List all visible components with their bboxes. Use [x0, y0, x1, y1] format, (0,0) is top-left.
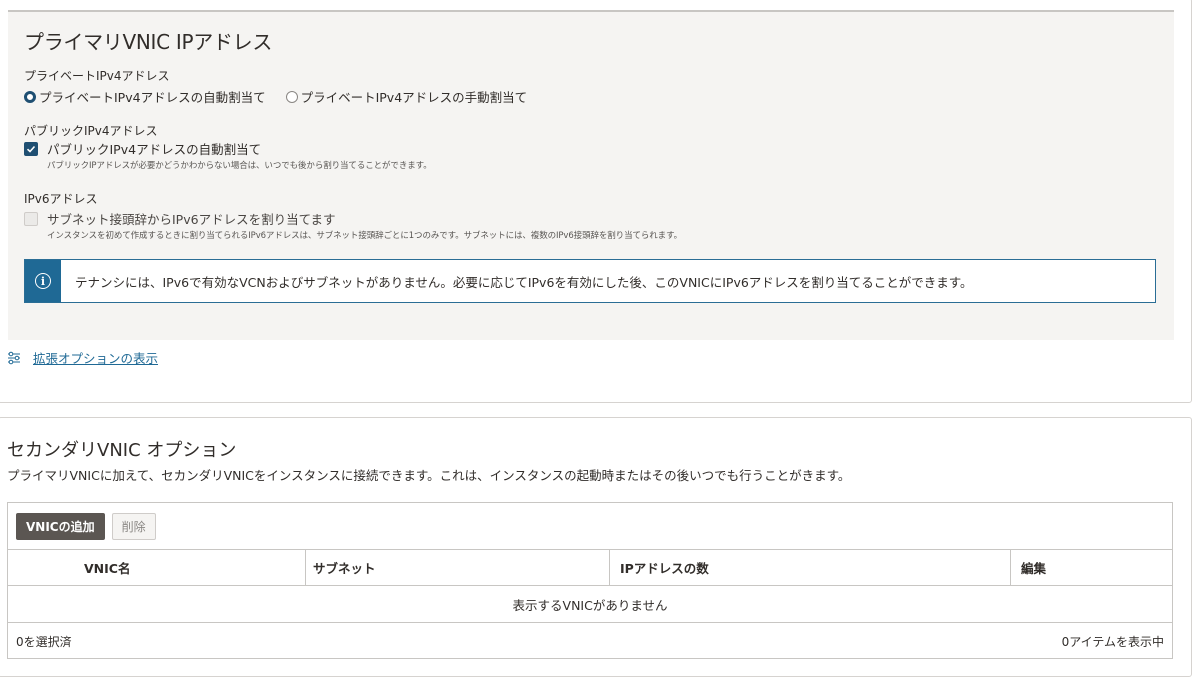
- radio-auto-assign-label[interactable]: プライベートIPv4アドレスの自動割当て: [39, 87, 266, 106]
- ipv6-checkbox-label[interactable]: サブネット接頭辞からIPv6アドレスを割り当てます: [47, 209, 335, 228]
- public-ipv4-label: パブリックIPv4アドレス: [24, 124, 158, 138]
- advanced-options-link[interactable]: 拡張オプションの表示: [33, 348, 158, 367]
- radio-auto-assign[interactable]: [24, 90, 36, 103]
- public-ipv4-checkbox-row: パブリックIPv4アドレスの自動割当て: [24, 139, 261, 158]
- table-header: VNIC名 サブネット IPアドレスの数 編集: [8, 549, 1172, 586]
- table-toolbar: VNICの追加 削除: [16, 513, 163, 540]
- selected-count: 0を選択済: [16, 635, 72, 649]
- column-header-edit: 編集: [1021, 561, 1047, 576]
- primary-vnic-title: プライマリVNIC IPアドレス: [24, 30, 273, 54]
- empty-table-message: 表示するVNICがありません: [8, 586, 1172, 623]
- secondary-vnic-table: VNICの追加 削除 VNIC名 サブネット IPアドレスの数 編集 表示するV…: [7, 502, 1173, 659]
- public-ipv4-checkbox[interactable]: [24, 141, 38, 156]
- ipv6-checkbox-row: サブネット接頭辞からIPv6アドレスを割り当てます: [24, 209, 335, 228]
- info-icon: i: [35, 273, 51, 289]
- info-icon-box: i: [25, 260, 61, 302]
- column-header-vnic-name[interactable]: VNIC名: [8, 550, 306, 585]
- secondary-vnic-title: セカンダリVNIC オプション: [7, 440, 237, 461]
- ipv6-help: インスタンスを初めて作成するときに割り当てられるIPv6アドレスは、サブネット接…: [47, 231, 683, 241]
- ipv6-label: IPv6アドレス: [24, 192, 98, 206]
- delete-button[interactable]: 削除: [111, 513, 156, 540]
- column-header-subnet[interactable]: サブネット: [306, 550, 610, 585]
- item-count: 0アイテムを表示中: [1061, 635, 1164, 649]
- private-ipv4-radio-group: プライベートIPv4アドレスの自動割当て プライベートIPv4アドレスの手動割当…: [24, 87, 547, 106]
- secondary-vnic-description: プライマリVNICに加えて、セカンダリVNICをインスタンスに接続できます。これ…: [7, 468, 851, 483]
- add-vnic-button[interactable]: VNICの追加: [16, 513, 105, 540]
- radio-manual-assign[interactable]: [285, 90, 298, 103]
- column-header-ip-count[interactable]: IPアドレスの数: [610, 550, 1011, 585]
- checkmark-icon: [26, 145, 36, 153]
- info-message: テナンシには、IPv6で有効なVCNおよびサブネットがありません。必要に応じてI…: [75, 274, 973, 290]
- public-ipv4-checkbox-label[interactable]: パブリックIPv4アドレスの自動割当て: [47, 139, 261, 158]
- sliders-icon: [8, 351, 20, 364]
- radio-manual-assign-label[interactable]: プライベートIPv4アドレスの手動割当て: [301, 87, 528, 106]
- private-ipv4-label: プライベートIPv4アドレス: [24, 69, 170, 83]
- advanced-options-toggle[interactable]: 拡張オプションの表示: [7, 348, 158, 367]
- ipv6-checkbox[interactable]: [24, 211, 38, 226]
- public-ipv4-help: パブリックIPアドレスが必要かどうかわからない場合は、いつでも後から割り当てるこ…: [47, 161, 432, 171]
- ipv6-info-banner: i テナンシには、IPv6で有効なVCNおよびサブネットがありません。必要に応じ…: [24, 259, 1156, 303]
